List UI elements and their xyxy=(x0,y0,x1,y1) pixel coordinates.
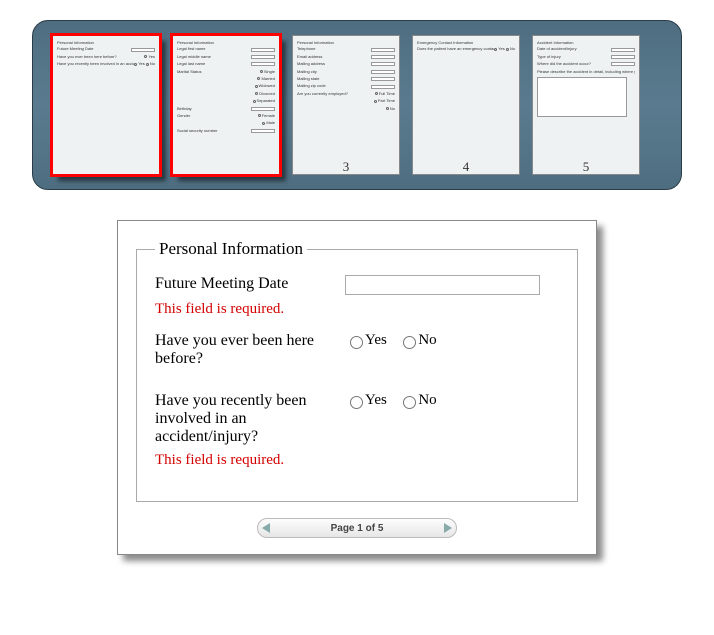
no-label: No xyxy=(418,392,436,408)
field-been-here: Have you ever been here before? Yes No xyxy=(155,332,559,368)
field-accident: Have you recently been involved in an ac… xyxy=(155,392,559,446)
thumbnail-2[interactable]: Personal InformationLegal first nameLega… xyxy=(171,35,281,175)
thumbnail-3[interactable]: Personal InformationTelephoneEmail addre… xyxy=(291,35,401,175)
thumbnail-page: Personal InformationLegal first nameLega… xyxy=(172,35,280,175)
no-label: No xyxy=(418,332,436,348)
thumbnail-number: 4 xyxy=(411,159,521,175)
meeting-date-label: Future Meeting Date xyxy=(155,275,345,293)
fieldset-legend: Personal Information xyxy=(155,239,307,259)
thumbnail-page: Personal InformationFuture Meeting DateH… xyxy=(52,35,160,175)
pager-prev-icon[interactable] xyxy=(262,523,270,533)
yes-label: Yes xyxy=(365,332,387,348)
thumbnail-page: Emergency Contact InformationDoes the pa… xyxy=(412,35,520,175)
thumbnail-number: 3 xyxy=(291,159,401,175)
meeting-date-input[interactable] xyxy=(345,275,540,295)
accident-yes[interactable]: Yes xyxy=(345,392,387,408)
thumbnail-strip: Personal InformationFuture Meeting DateH… xyxy=(32,20,682,190)
personal-info-fieldset: Personal Information Future Meeting Date… xyxy=(136,239,578,502)
accident-no[interactable]: No xyxy=(398,392,436,408)
accident-label: Have you recently been involved in an ac… xyxy=(155,392,345,446)
meeting-date-error: This field is required. xyxy=(155,301,559,318)
accident-error: This field is required. xyxy=(155,452,559,469)
been-here-no[interactable]: No xyxy=(398,332,436,348)
thumbnail-1[interactable]: Personal InformationFuture Meeting DateH… xyxy=(51,35,161,175)
pager-text: Page 1 of 5 xyxy=(331,523,384,534)
been-here-yes[interactable]: Yes xyxy=(345,332,387,348)
been-here-label: Have you ever been here before? xyxy=(155,332,345,368)
field-meeting-date: Future Meeting Date xyxy=(155,275,559,295)
thumbnail-number: 5 xyxy=(531,159,641,175)
thumbnail-page: Personal InformationTelephoneEmail addre… xyxy=(292,35,400,175)
thumbnail-page: Accident InformationDate of accident/inj… xyxy=(532,35,640,175)
yes-label: Yes xyxy=(365,392,387,408)
thumbnail-4[interactable]: Emergency Contact InformationDoes the pa… xyxy=(411,35,521,175)
form-panel: Personal Information Future Meeting Date… xyxy=(117,220,597,555)
thumbnail-5[interactable]: Accident InformationDate of accident/inj… xyxy=(531,35,641,175)
pager: Page 1 of 5 xyxy=(257,518,457,538)
pager-next-icon[interactable] xyxy=(444,523,452,533)
